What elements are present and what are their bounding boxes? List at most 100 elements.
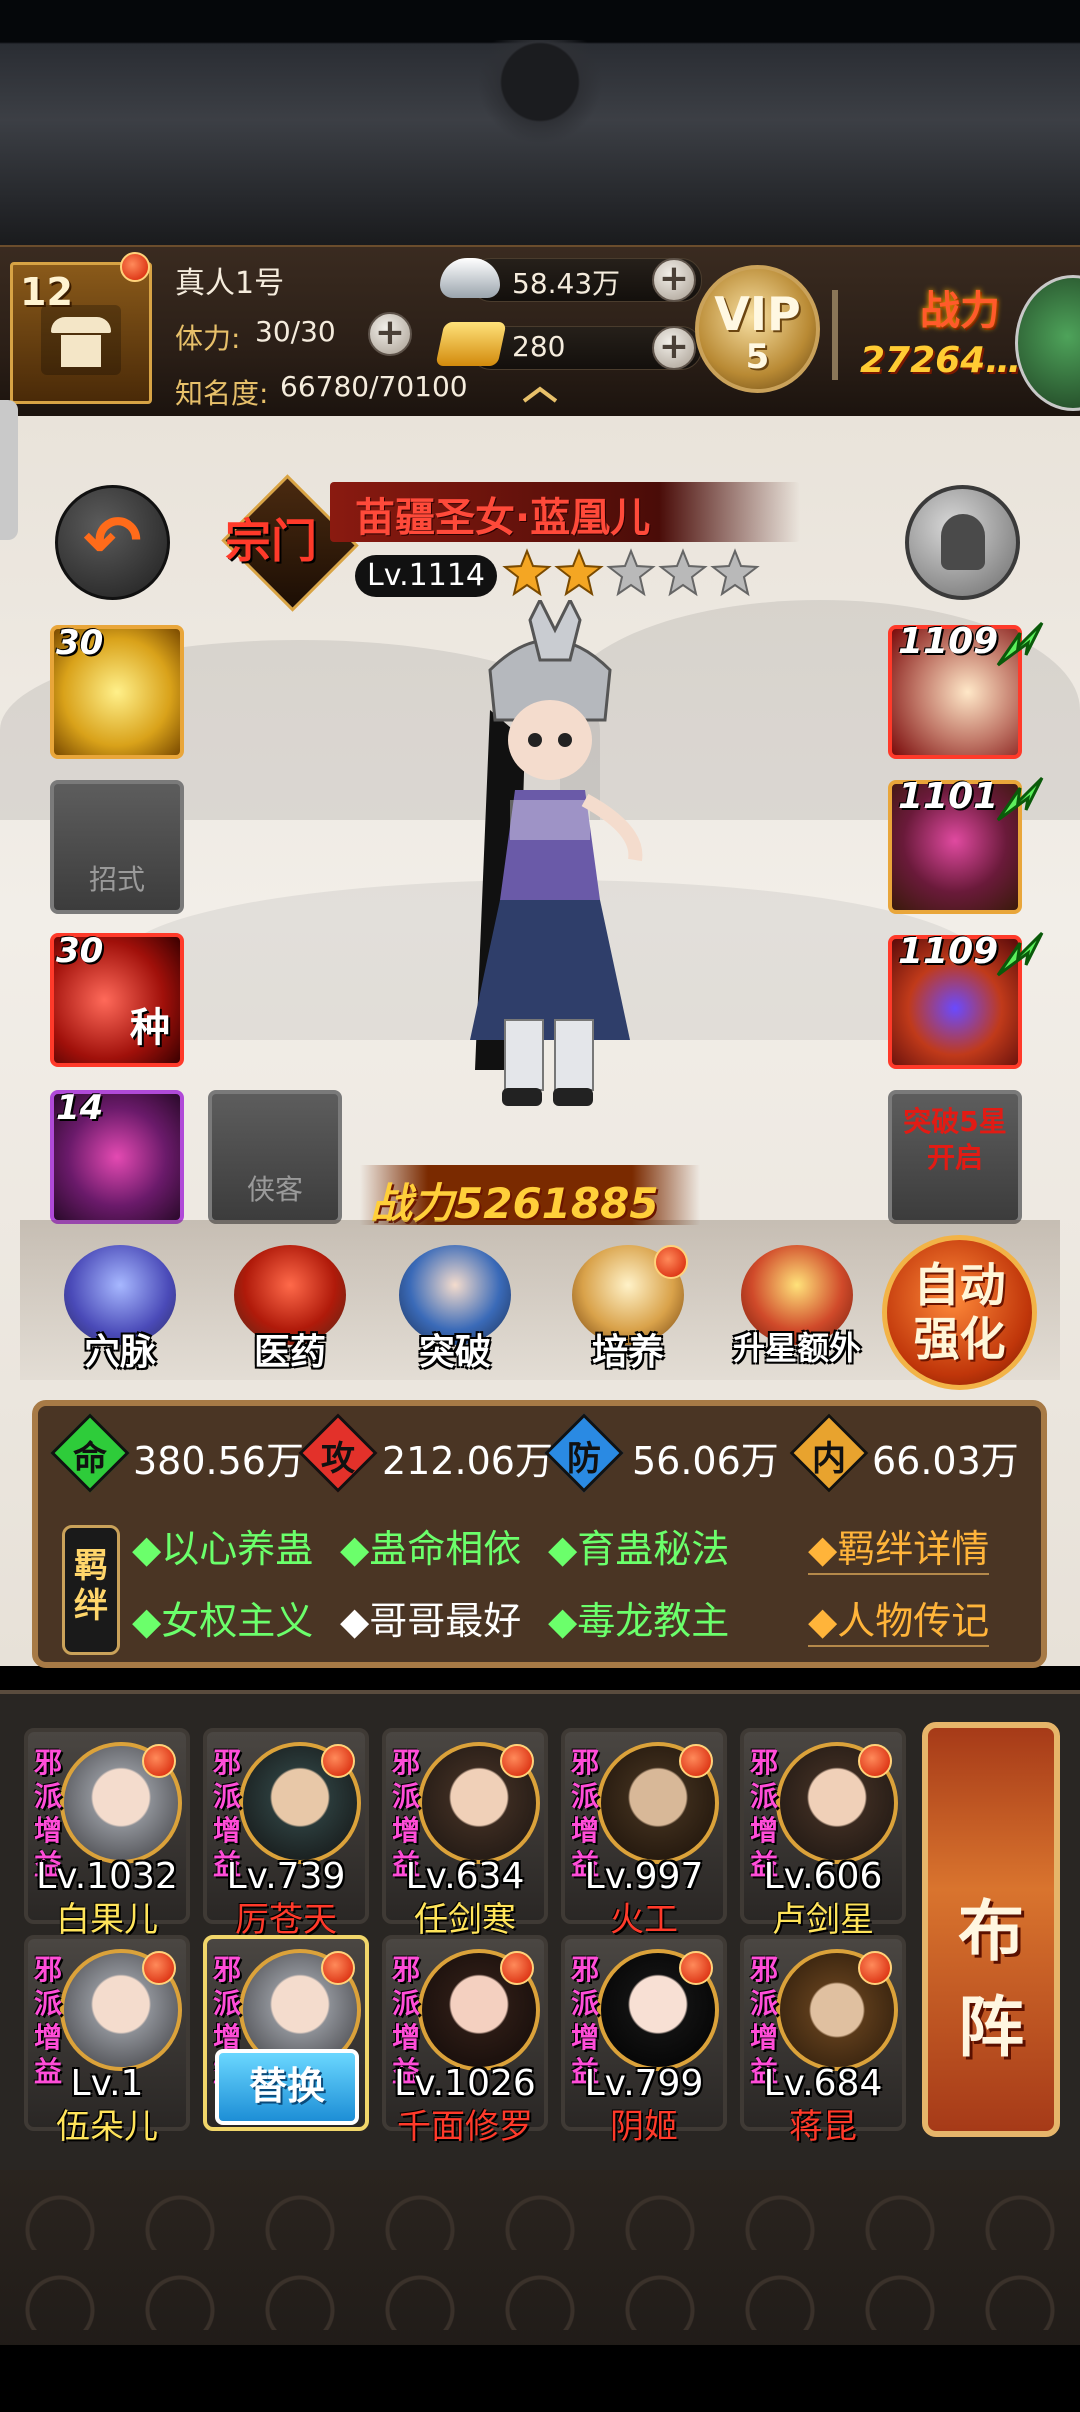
medicine-button[interactable]: 医药 xyxy=(220,1245,360,1395)
member-name: 千面修罗 xyxy=(397,2107,533,2147)
formation-line1: 布 xyxy=(958,1893,1024,1970)
hero-character-sprite xyxy=(470,600,643,1106)
member-name: 卢剑星 xyxy=(772,1900,874,1940)
fame-value: 66780/70100 xyxy=(280,370,468,403)
upgrade-arrow-icon xyxy=(996,621,1044,667)
member-name: 任剑寒 xyxy=(414,1900,516,1940)
bond-item: ◆蛊命相依 xyxy=(340,1527,522,1571)
star-empty-icon xyxy=(710,548,760,597)
upgrade-arrow-icon xyxy=(996,776,1044,822)
equipment-level: 1101 xyxy=(898,776,999,817)
internal-stat-char: 内 xyxy=(812,1439,846,1479)
side-drawer-handle[interactable] xyxy=(0,400,18,540)
team-member-card[interactable]: 邪派增益 Lv.684 蒋昆 xyxy=(740,1935,906,2147)
medicine-label: 医药 xyxy=(253,1332,326,1373)
star-filled-icon xyxy=(502,548,552,597)
auto-enhance-button[interactable]: 自动 强化 xyxy=(882,1235,1037,1390)
team-member-card[interactable]: 邪派增益 Lv.1032 白果儿 xyxy=(24,1728,190,1940)
notification-dot xyxy=(679,1951,713,1985)
defense-stat-char: 防 xyxy=(567,1439,601,1479)
move-slot-label: 招式 xyxy=(88,863,145,896)
add-silver-button[interactable]: + xyxy=(652,258,696,302)
bonds-tag: 羁绊 xyxy=(62,1525,120,1655)
auto-enhance-line1: 自动 xyxy=(913,1258,1006,1312)
companion-slot-empty[interactable]: 侠客 xyxy=(208,1090,342,1224)
member-level: Lv.684 xyxy=(763,2063,883,2104)
notification-dot xyxy=(858,1744,892,1778)
equipment-slot-2[interactable]: 1101 xyxy=(888,776,1044,914)
equipment-slot-1[interactable]: 1109 xyxy=(888,621,1044,759)
bond-item: ◆育蛊秘法 xyxy=(548,1527,730,1571)
total-power-label: 战力 xyxy=(920,288,1000,334)
add-stamina-button[interactable]: + xyxy=(368,312,412,356)
vip-badge[interactable]: VIP 5 xyxy=(695,265,820,393)
team-member-card[interactable]: 邪派增益 Lv.1026 千面修罗 xyxy=(382,1935,548,2147)
breakthrough-button[interactable]: 突破 xyxy=(385,1245,525,1395)
skill-slot-1[interactable]: 30 xyxy=(50,623,184,759)
cultivate-button[interactable]: 培养 xyxy=(558,1245,698,1395)
move-slot-empty[interactable]: 招式 xyxy=(50,780,184,914)
formation-line2: 阵 xyxy=(958,1989,1024,2066)
team-member-card[interactable]: 邪派增益 Lv.606 卢剑星 xyxy=(740,1728,906,1940)
notification-dot xyxy=(142,1744,176,1778)
formation-button[interactable]: 布 阵 xyxy=(922,1722,1060,2137)
hp-stat-value: 380.56万 xyxy=(133,1439,304,1483)
bond-item-inactive: ◆哥哥最好 xyxy=(340,1599,522,1643)
breakthrough-func-label: 突破 xyxy=(418,1332,491,1373)
notification-dot xyxy=(120,252,150,282)
member-level: Lv.1026 xyxy=(394,2063,536,2104)
team-member-card-selected[interactable]: 邪派增益 替换 xyxy=(203,1935,369,2131)
stamina-label: 体力: xyxy=(175,322,241,355)
meridian-button[interactable]: 穴脉 xyxy=(50,1245,190,1395)
notification-dot xyxy=(858,1951,892,1985)
auto-enhance-line2: 强化 xyxy=(913,1312,1006,1366)
team-member-card[interactable]: 邪派增益 Lv.1 伍朵儿 xyxy=(24,1935,190,2147)
member-name: 伍朵儿 xyxy=(56,2107,158,2147)
bond-detail-link[interactable]: ◆羁绊详情 xyxy=(808,1518,990,1575)
star-up-extra-label: 升星额外 xyxy=(732,1329,861,1367)
member-name: 厉苍天 xyxy=(235,1900,337,1940)
total-power-value: 27264… xyxy=(860,340,1022,381)
skill-slot-level: 14 xyxy=(56,1088,104,1128)
skill-glyph: 种 xyxy=(130,1005,170,1051)
back-button[interactable]: ↶ xyxy=(55,485,170,600)
notification-dot xyxy=(321,1744,355,1778)
team-member-card[interactable]: 邪派增益 Lv.739 厉苍天 xyxy=(203,1728,369,1940)
replace-button[interactable]: 替换 xyxy=(215,2049,359,2125)
star-up-extra-button[interactable]: 升星额外 xyxy=(722,1245,872,1395)
equipment-slot-3[interactable]: 1109 xyxy=(888,931,1044,1069)
meditation-icon[interactable] xyxy=(905,485,1020,600)
notification-dot xyxy=(500,1951,534,1985)
member-name: 阴姬 xyxy=(610,2107,678,2147)
skill-slot-level: 30 xyxy=(56,931,104,971)
bond-item: ◆女权主义 xyxy=(132,1599,314,1643)
team-member-card[interactable]: 邪派增益 Lv.997 火工 xyxy=(561,1728,727,1940)
member-level: Lv.1 xyxy=(70,2063,144,2104)
add-gold-button[interactable]: + xyxy=(652,326,696,370)
team-member-card[interactable]: 邪派增益 Lv.799 阴姬 xyxy=(561,1935,727,2147)
attack-stat-value: 212.06万 xyxy=(382,1439,553,1483)
breakthrough-label: 突破5星开启 xyxy=(903,1105,1007,1174)
collapse-chevron-icon[interactable] xyxy=(520,385,560,405)
faction-label: 宗门 xyxy=(225,514,317,568)
hp-stat-char: 命 xyxy=(73,1439,107,1479)
skill-slot-3[interactable]: 30 种 xyxy=(50,931,184,1067)
biography-link[interactable]: ◆人物传记 xyxy=(808,1590,990,1647)
notification-dot xyxy=(679,1744,713,1778)
internal-stat-value: 66.03万 xyxy=(872,1439,1019,1483)
notification-dot xyxy=(321,1951,355,1985)
bond-item: ◆毒龙教主 xyxy=(548,1599,730,1643)
breakthrough-locked-slot[interactable]: 突破5星开启 xyxy=(888,1090,1022,1224)
vip-level: 5 xyxy=(745,337,770,377)
attack-stat-char: 攻 xyxy=(321,1439,355,1479)
skill-slot-level: 30 xyxy=(56,623,104,663)
cultivate-label: 培养 xyxy=(591,1332,664,1373)
vip-label: VIP xyxy=(714,287,801,341)
gold-ingot-icon xyxy=(435,322,507,366)
member-level: Lv.799 xyxy=(584,2063,704,2104)
hero-name: 苗疆圣女·蓝凰儿 xyxy=(355,495,651,541)
skill-slot-4[interactable]: 14 xyxy=(50,1088,184,1224)
player-level: 12 xyxy=(20,270,73,314)
team-member-card[interactable]: 邪派增益 Lv.634 任剑寒 xyxy=(382,1728,548,1940)
gold-amount: 280 xyxy=(512,330,566,363)
